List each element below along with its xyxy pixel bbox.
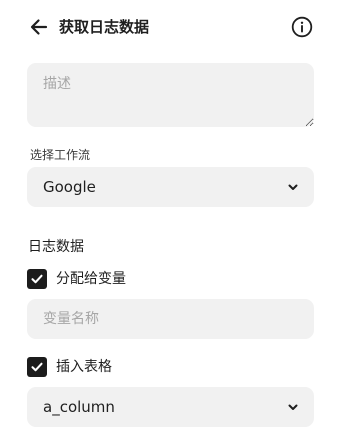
assign-variable-checkbox[interactable] (27, 269, 47, 289)
assign-variable-label: 分配给变量 (56, 271, 126, 287)
arrow-left-icon (30, 19, 48, 35)
table-column-select[interactable]: a_column (27, 387, 314, 427)
table-column-select-value: a_column (43, 398, 115, 416)
workflow-select-value: Google (43, 178, 96, 196)
page-title: 获取日志数据 (59, 18, 150, 36)
workflow-select[interactable]: Google (27, 167, 314, 207)
variable-name-input[interactable] (27, 299, 314, 339)
log-data-section-title: 日志数据 (28, 239, 84, 255)
header: 获取日志数据 (0, 0, 340, 54)
chevron-down-icon (288, 184, 298, 190)
chevron-down-icon (288, 404, 298, 410)
insert-table-option[interactable]: 插入表格 (27, 356, 112, 378)
assign-variable-option[interactable]: 分配给变量 (27, 268, 126, 290)
checkmark-icon (31, 362, 43, 372)
workflow-label: 选择工作流 (30, 148, 91, 162)
checkmark-icon (31, 274, 43, 284)
info-button[interactable] (289, 14, 315, 40)
description-textarea[interactable] (27, 63, 314, 127)
info-circle-icon (291, 16, 313, 38)
back-button[interactable] (26, 14, 52, 40)
insert-table-label: 插入表格 (56, 359, 112, 375)
insert-table-checkbox[interactable] (27, 357, 47, 377)
